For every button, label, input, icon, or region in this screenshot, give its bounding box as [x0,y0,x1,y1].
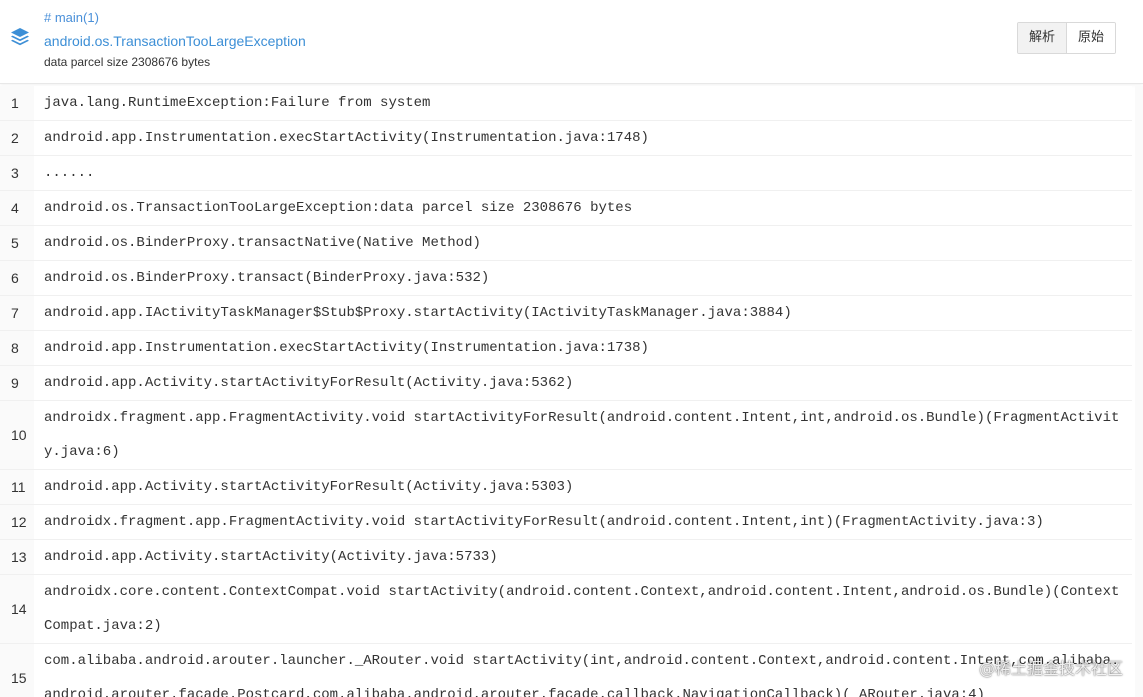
line-number: 11 [0,470,34,504]
stacktrace-line: 6 android.os.BinderProxy.transact(BinderP… [0,261,1132,296]
line-number: 8 [0,331,34,365]
stacktrace-line: 14 androidx.core.content.ContextCompat.vo… [0,575,1132,644]
stacktrace-line: 12 androidx.fragment.app.FragmentActivity… [0,505,1132,540]
line-text: android.os.BinderProxy.transact(BinderPr… [34,261,1132,295]
stacktrace-line: 7 android.app.IActivityTaskManager$Stub$P… [0,296,1132,331]
line-number: 12 [0,505,34,539]
line-text: androidx.fragment.app.FragmentActivity.v… [34,505,1132,539]
line-number: 6 [0,261,34,295]
stacktrace-line: 2 android.app.Instrumentation.execStartAc… [0,121,1132,156]
stacktrace-lines: 1 java.lang.RuntimeException:Failure from… [0,86,1132,697]
stacktrace-page: # main(1) android.os.TransactionTooLarge… [0,0,1143,697]
line-text: androidx.fragment.app.FragmentActivity.v… [34,401,1132,469]
stacktrace-line: 13 android.app.Activity.startActivity(Act… [0,540,1132,575]
line-text: ...... [34,156,1132,190]
line-number: 5 [0,226,34,260]
thread-name: # main(1) [44,10,99,25]
line-text: android.app.IActivityTaskManager$Stub$Pr… [34,296,1132,330]
line-number: 13 [0,540,34,574]
line-number: 14 [0,575,34,643]
scrollbar[interactable] [1135,86,1143,697]
layers-icon [11,28,29,46]
exception-header: # main(1) android.os.TransactionTooLarge… [0,0,1143,84]
stacktrace-line: 10 androidx.fragment.app.FragmentActivity… [0,401,1132,470]
line-number: 2 [0,121,34,155]
line-number: 15 [0,644,34,697]
watermark: @稀土掘金技术社区 [978,659,1123,678]
line-text: android.os.BinderProxy.transactNative(Na… [34,226,1132,260]
line-number: 3 [0,156,34,190]
exception-message: data parcel size 2308676 bytes [44,55,211,69]
stacktrace-line: 9 android.app.Activity.startActivityForRe… [0,366,1132,401]
stacktrace-line: 3...... [0,156,1132,191]
stacktrace-line: 15 com.alibaba.android.arouter.launcher._… [0,644,1132,697]
line-text: android.app.Activity.startActivityForRes… [34,366,1132,400]
exception-name-link[interactable]: android.os.TransactionTooLargeException [44,33,306,49]
line-number: 1 [0,86,34,120]
line-number: 10 [0,401,34,469]
line-text: android.os.TransactionTooLargeException:… [34,191,1132,225]
line-text: androidx.core.content.ContextCompat.void… [34,575,1132,643]
view-mode-toggle: 解析 原始 [1017,22,1116,54]
line-number: 9 [0,366,34,400]
line-text: android.app.Activity.startActivityForRes… [34,470,1132,504]
line-text: android.app.Activity.startActivity(Activ… [34,540,1132,574]
line-number: 7 [0,296,34,330]
stacktrace-line: 8 android.app.Instrumentation.execStartAc… [0,331,1132,366]
raw-view-button[interactable]: 原始 [1066,23,1115,53]
line-text: java.lang.RuntimeException:Failure from … [34,86,1132,120]
line-text: android.app.Instrumentation.execStartAct… [34,331,1132,365]
stacktrace-line: 4 android.os.TransactionTooLargeException… [0,191,1132,226]
stacktrace-line: 1 java.lang.RuntimeException:Failure from… [0,86,1132,121]
stacktrace-line: 11 android.app.Activity.startActivityForR… [0,470,1132,505]
line-text: com.alibaba.android.arouter.launcher._AR… [34,644,1132,697]
line-text: android.app.Instrumentation.execStartAct… [34,121,1132,155]
parsed-view-button[interactable]: 解析 [1018,23,1066,53]
stacktrace-line: 5 android.os.BinderProxy.transactNative(N… [0,226,1132,261]
line-number: 4 [0,191,34,225]
